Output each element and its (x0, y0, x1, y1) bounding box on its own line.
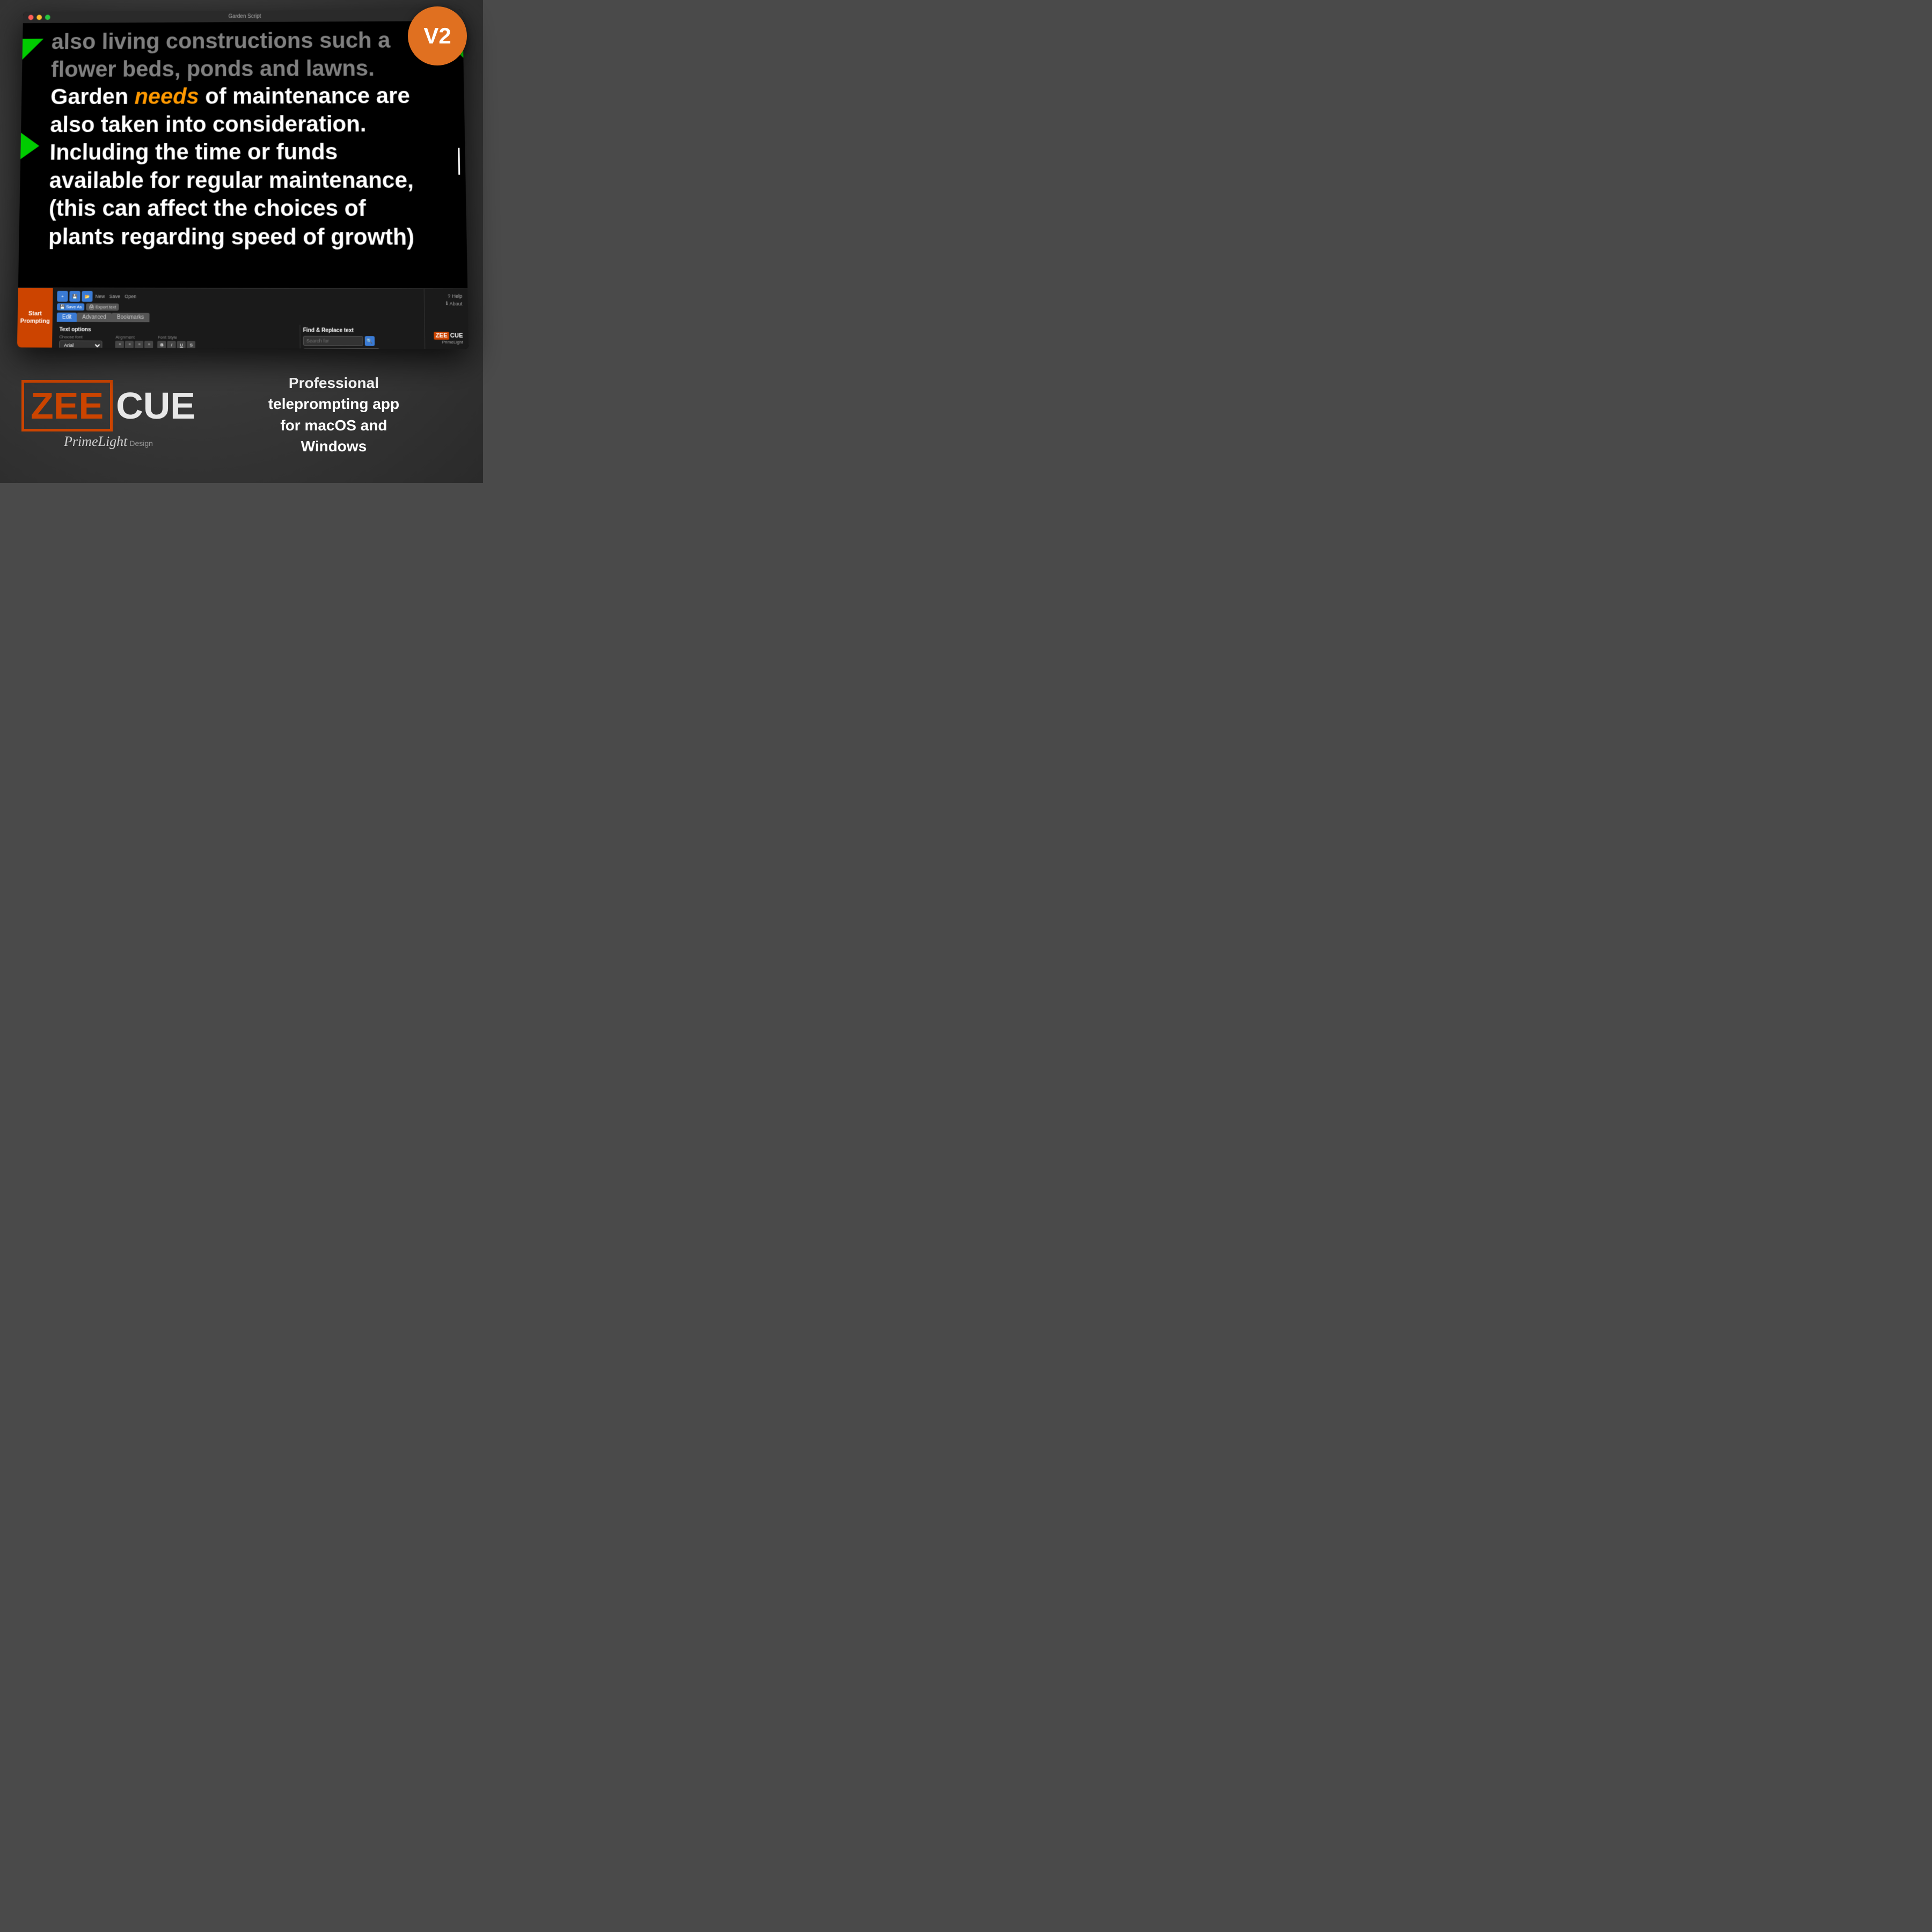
teleprompter-text: also living constructions such a flower … (30, 26, 456, 251)
zeecue-wordmark: ZEE CUE (21, 380, 195, 431)
v2-badge: V2 (408, 6, 467, 65)
italic-button[interactable]: I (167, 341, 176, 348)
primelight-large-text: PrimeLight (64, 434, 127, 450)
search-input[interactable] (303, 336, 363, 346)
strikethrough-button[interactable]: S (187, 341, 195, 348)
app-window: Garden Script also living constructions … (17, 9, 469, 349)
font-col: Choose font Arial Font size (59, 334, 111, 349)
zeecue-logo-small-container: ZEE CUE PrimeLight (434, 332, 463, 345)
tabs-row: Edit Advanced Bookmarks (57, 312, 420, 323)
zeecue-logo-small: ZEE CUE (434, 332, 463, 340)
save-icon: 💾 (60, 304, 65, 309)
export-text-button[interactable]: 🖨 Export text (86, 303, 119, 310)
save-icon-button[interactable]: 💾 (69, 291, 80, 302)
tab-advanced[interactable]: Advanced (77, 313, 112, 322)
position-arrow (20, 133, 39, 159)
font-style-label: Font Style (158, 335, 201, 340)
open-icon-button[interactable]: 📂 (82, 291, 92, 302)
text-line-6: available for regular maintenance, (49, 166, 455, 194)
help-icon: ? (448, 294, 450, 299)
choose-font-label: Choose font (59, 334, 111, 340)
control-center: + 💾 📂 New Save Open 💾 Save As 🖨 Export t (52, 288, 425, 349)
find-replace-title: Find & Replace text (303, 327, 418, 334)
search-row: 🔍 (303, 336, 418, 346)
tab-bookmarks[interactable]: Bookmarks (112, 313, 150, 323)
save-label: Save (109, 294, 121, 299)
alignment-label: Alignment (115, 335, 153, 340)
text-highlight-needs: needs (134, 84, 199, 109)
align-left-button[interactable]: ≡ (115, 341, 124, 348)
zeecue-logo-large: ZEE CUE PrimeLight Design (21, 380, 195, 450)
tagline-line-2: teleprompting app (268, 393, 399, 414)
start-prompting-label: StartPrompting (20, 311, 50, 325)
open-label: Open (125, 294, 136, 299)
cue-small-text: CUE (450, 332, 463, 339)
text-line-3: Garden needs of maintenance are (50, 82, 453, 111)
tagline-line-3: for macOS and (268, 415, 399, 436)
file-actions-row: + 💾 📂 New Save Open (57, 291, 420, 303)
cue-large-text: CUE (116, 387, 195, 425)
help-link[interactable]: ? Help (448, 294, 462, 299)
file-icon-buttons: + 💾 📂 (57, 291, 92, 302)
design-label: Design (129, 439, 153, 448)
primelight-row: PrimeLight Design (64, 431, 153, 450)
corner-triangle-tl (22, 39, 43, 60)
font-style-col: Font Style B I U S x² x₂ (158, 335, 201, 349)
text-line-5: Including the time or funds (49, 138, 455, 166)
tagline-text: Professional teleprompting app for macOS… (268, 372, 399, 457)
tagline-line-1: Professional (268, 372, 399, 393)
text-line-7: (this can affect the choices of (49, 194, 456, 223)
options-area: Text options Choose font Arial Font size (56, 324, 420, 349)
teleprompter-area: also living constructions such a flower … (18, 21, 467, 288)
save-as-button[interactable]: 💾 Save As (57, 303, 85, 310)
new-label: New (95, 294, 105, 299)
start-prompting-button[interactable]: StartPrompting (17, 288, 53, 348)
about-label: About (449, 301, 462, 306)
align-justify-button[interactable]: ≡ (144, 341, 153, 348)
cursor-indicator (458, 148, 460, 175)
search-button[interactable]: 🔍 (365, 336, 375, 346)
save-export-row: 💾 Save As 🖨 Export text (57, 303, 420, 311)
window-title: Garden Script (34, 12, 457, 20)
text-options-panel: Text options Choose font Arial Font size (56, 324, 297, 349)
new-icon-button[interactable]: + (57, 291, 68, 302)
help-label: Help (452, 294, 462, 299)
v2-text: V2 (423, 23, 451, 49)
align-center-button[interactable]: ≡ (125, 341, 134, 348)
align-right-button[interactable]: ≡ (135, 341, 143, 348)
find-replace-panel: Find & Replace text 🔍 Replace one Replac… (299, 325, 420, 349)
text-line-1: also living constructions such a (51, 26, 452, 56)
tagline-section: Professional teleprompting app for macOS… (206, 372, 462, 457)
zee-large-box: ZEE (21, 380, 113, 431)
bottom-section: ZEE CUE PrimeLight Design Professional t… (0, 346, 483, 483)
zee-small-text: ZEE (434, 332, 449, 340)
primelight-small-text: PrimeLight (434, 340, 463, 345)
close-dot[interactable] (28, 15, 34, 20)
text-line-8: plants regarding speed of growth) (48, 223, 456, 251)
about-icon: ℹ (446, 301, 448, 306)
help-about-links: ? Help ℹ About (446, 294, 463, 307)
alignment-col: Alignment ≡ ≡ ≡ ≡ « » (115, 335, 153, 349)
about-link[interactable]: ℹ About (446, 301, 463, 306)
control-panel: StartPrompting + 💾 📂 New Save Open (17, 288, 469, 349)
text-options-title: Text options (59, 327, 294, 334)
underline-button[interactable]: U (177, 341, 186, 348)
text-line-3-pre: Garden (50, 84, 135, 109)
text-line-2: flower beds, ponds and lawns. (51, 54, 453, 83)
font-style-buttons: B I U S x² x₂ (158, 341, 201, 349)
right-panel: ? Help ℹ About ZEE CUE PrimeLight (424, 289, 469, 349)
align-row-1: ≡ ≡ ≡ ≡ (115, 341, 153, 349)
export-label: 🖨 Export text (89, 304, 116, 309)
text-line-3-post: of maintenance are (199, 83, 411, 108)
tagline-line-4: Windows (268, 436, 399, 457)
text-line-4: also taken into consideration. (50, 109, 454, 138)
font-options-row: Choose font Arial Font size (59, 334, 294, 349)
bold-button[interactable]: B (158, 341, 166, 348)
save-as-label: Save As (66, 304, 82, 309)
zee-large-text: ZEE (31, 387, 104, 425)
tab-edit[interactable]: Edit (57, 312, 77, 321)
